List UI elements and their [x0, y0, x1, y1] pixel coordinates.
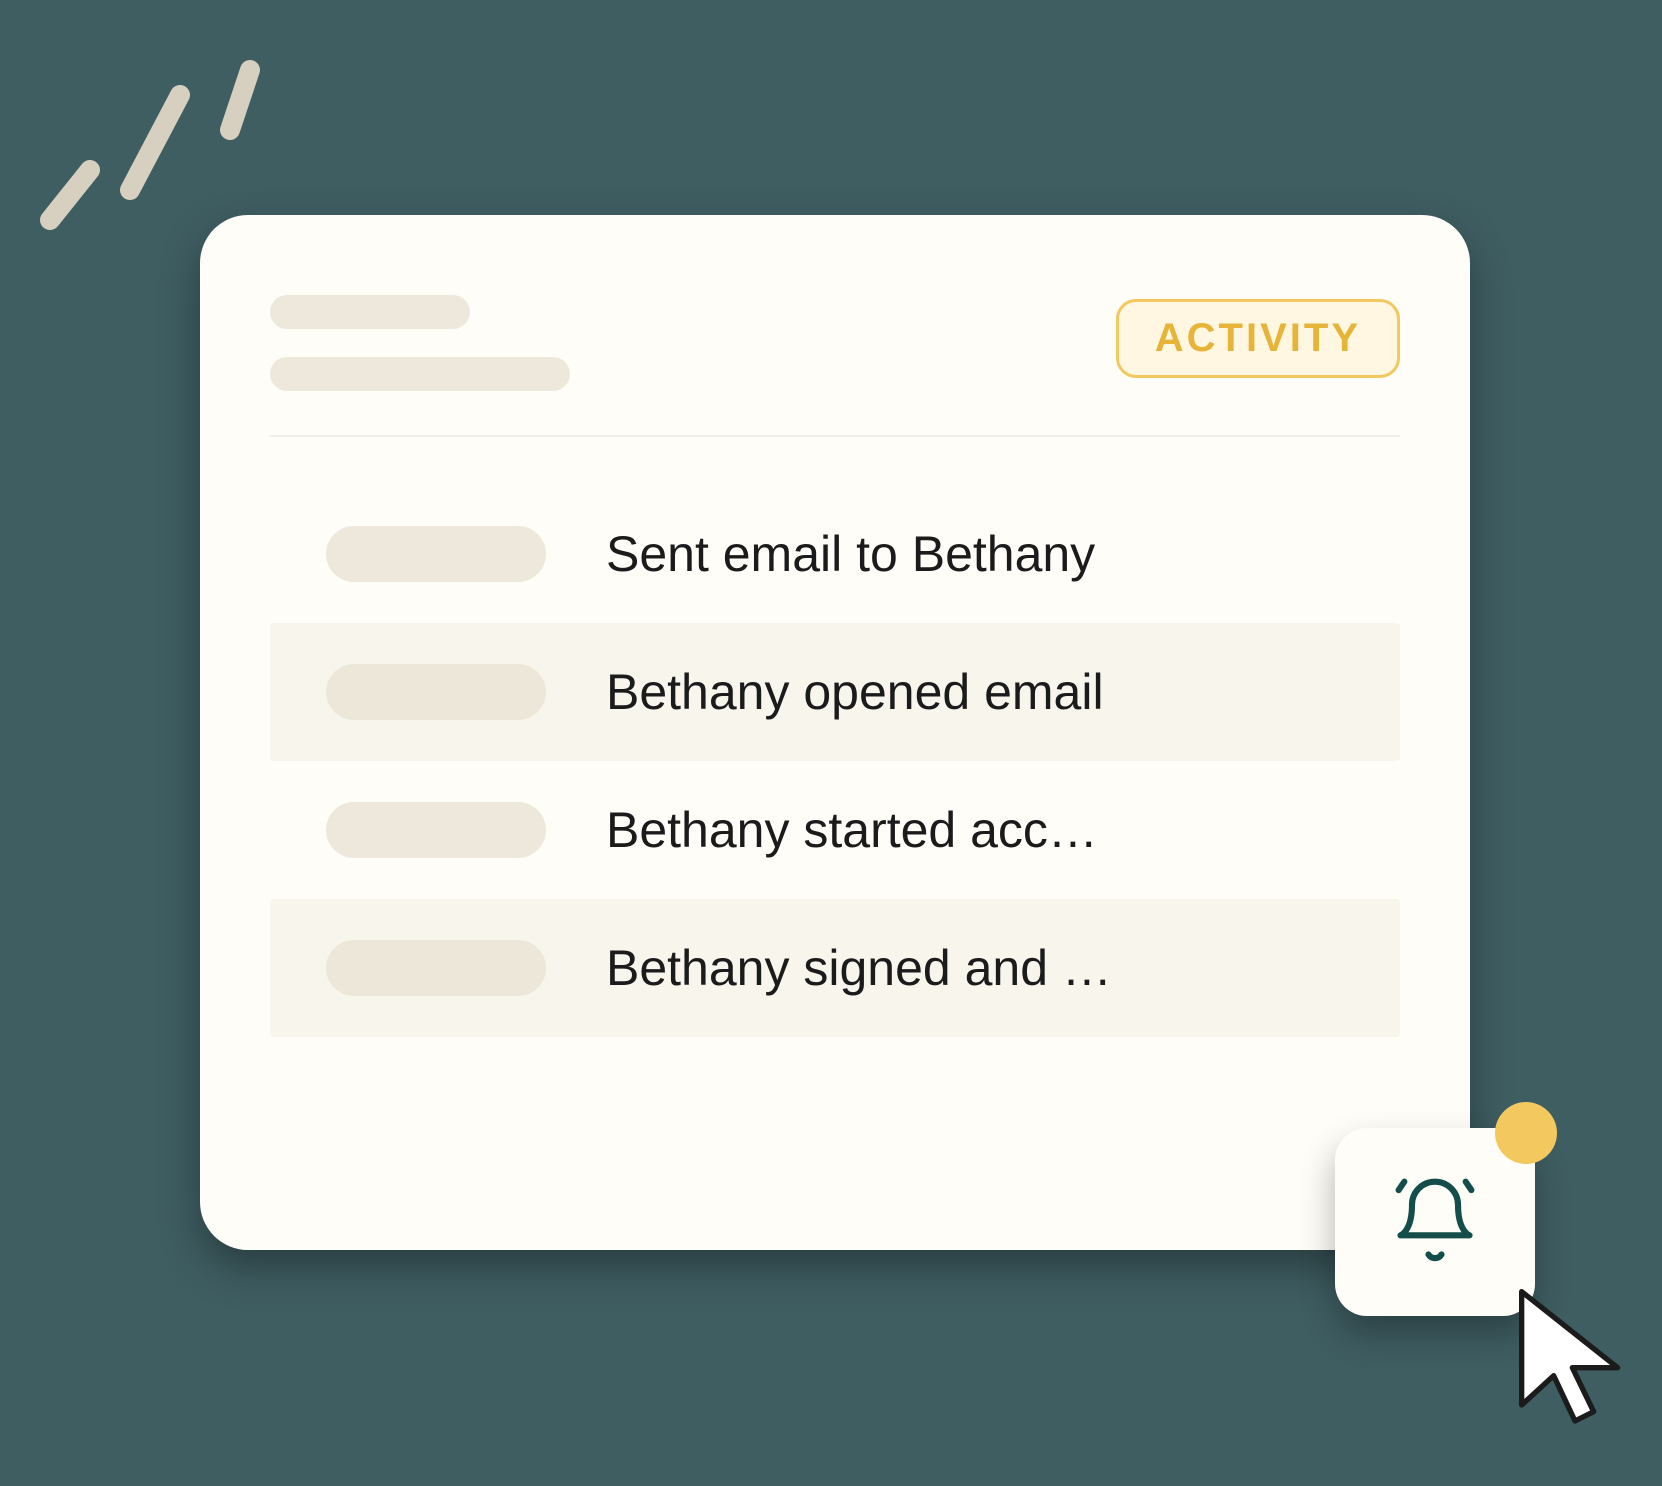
timestamp-skeleton — [326, 802, 546, 858]
activity-panel: ACTIVITY Sent email to Bethany Bethany o… — [200, 215, 1470, 1250]
header-skeleton — [270, 285, 570, 391]
activity-list: Sent email to Bethany Bethany opened ema… — [200, 437, 1470, 1037]
activity-text: Bethany started acc… — [606, 801, 1344, 859]
activity-row[interactable]: Bethany opened email — [270, 623, 1400, 761]
tab-activity[interactable]: ACTIVITY — [1116, 299, 1400, 378]
cursor-pointer-icon — [1505, 1285, 1645, 1445]
panel-header: ACTIVITY — [200, 215, 1470, 435]
notification-badge — [1495, 1102, 1557, 1164]
activity-text: Bethany signed and … — [606, 939, 1344, 997]
activity-text: Sent email to Bethany — [606, 525, 1344, 583]
activity-row[interactable]: Sent email to Bethany — [270, 485, 1400, 623]
timestamp-skeleton — [326, 526, 546, 582]
skeleton-line — [270, 357, 570, 391]
activity-row[interactable]: Bethany started acc… — [270, 761, 1400, 899]
activity-row[interactable]: Bethany signed and … — [270, 899, 1400, 1037]
notifications-button[interactable] — [1335, 1128, 1535, 1316]
bell-ringing-icon — [1389, 1174, 1481, 1271]
timestamp-skeleton — [326, 940, 546, 996]
activity-text: Bethany opened email — [606, 663, 1344, 721]
skeleton-line — [270, 295, 470, 329]
timestamp-skeleton — [326, 664, 546, 720]
